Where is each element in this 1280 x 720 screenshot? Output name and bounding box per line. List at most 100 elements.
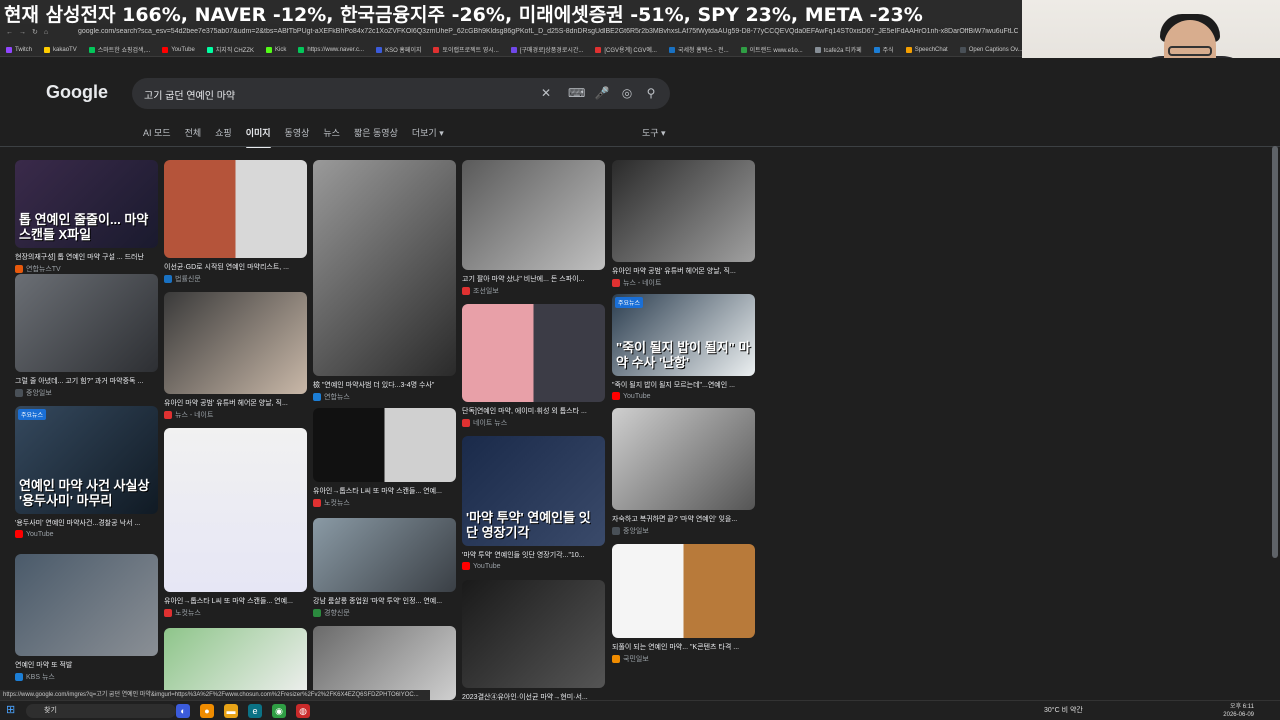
obs-icon[interactable]: ◍ — [296, 704, 310, 718]
result-source[interactable]: YouTube — [462, 562, 605, 570]
result-thumbnail[interactable] — [164, 160, 307, 258]
result-thumbnail[interactable] — [313, 160, 456, 376]
bookmark-item[interactable]: 치지직 CHZZK — [206, 45, 254, 54]
tab-item[interactable]: AI 모드 — [143, 126, 171, 148]
search-input[interactable]: 고기 굽던 연예인 마약 — [144, 87, 235, 102]
result-source[interactable]: YouTube — [612, 392, 755, 400]
result-thumbnail[interactable]: 주요뉴스 "죽이 될지 밥이 될지" 마약 수사 '난항' — [612, 294, 755, 376]
result-caption[interactable]: 유아인→톱스타 L씨 또 마약 스캔들... 연예... — [164, 596, 307, 606]
bookmark-item[interactable]: [CGV용계] CGV예... — [595, 45, 657, 54]
bookmark-item[interactable]: 이트랜드 www.e1o... — [740, 45, 803, 54]
bookmark-item[interactable]: https://www.naver.c... — [298, 46, 364, 53]
bookmark-item[interactable]: Kick — [266, 46, 286, 53]
result-source[interactable]: 중앙일보 — [612, 526, 755, 536]
url-text[interactable]: google.com/search?sca_esv=54d2bee7e375ab… — [78, 28, 1018, 35]
start-icon[interactable]: ⊞ — [6, 705, 17, 716]
bookmark-item[interactable]: 국세청 홈택스 - 전... — [668, 45, 729, 54]
result-thumbnail[interactable]: 주요뉴스 연예인 마약 사건 사실상 '용두사미' 마무리 — [15, 406, 158, 514]
result-source[interactable]: 경향신문 — [313, 608, 456, 618]
address-bar[interactable]: ←→↻⌂ google.com/search?sca_esv=54d2bee7e… — [0, 24, 1022, 41]
tab-item[interactable]: 쇼핑 — [215, 126, 232, 148]
result-source[interactable]: 법률신문 — [164, 274, 307, 284]
result-source[interactable]: 네이트 뉴스 — [462, 418, 605, 428]
result-caption[interactable]: 유아인→톱스타 L씨 또 마약 스캔들... 연예... — [313, 486, 456, 496]
result-thumbnail[interactable] — [15, 274, 158, 372]
result-caption[interactable]: 그럴 줄 아녔데... 고기 힘?" 과거 마약중독 ... — [15, 376, 158, 386]
app-icon[interactable]: ● — [200, 704, 214, 718]
result-thumbnail[interactable]: '마약 투약' 연예인들 잇단 영장기각 — [462, 436, 605, 546]
search-icon[interactable]: ⚲ — [643, 85, 659, 101]
result-thumbnail[interactable] — [462, 160, 605, 270]
nav-buttons[interactable]: ←→↻⌂ — [6, 28, 54, 36]
clear-icon[interactable]: ✕ — [538, 85, 554, 101]
result-thumbnail[interactable] — [462, 304, 605, 402]
bookmark-item[interactable]: YouTube — [162, 46, 195, 53]
result-source[interactable]: 국민일보 — [612, 654, 755, 664]
tools-button[interactable]: 도구 ▾ — [642, 126, 666, 139]
google-logo[interactable]: Google — [46, 82, 108, 103]
result-thumbnail[interactable] — [313, 626, 456, 700]
result-caption[interactable]: 유아인 마약 공범' 유튜버 헤어몬 양날, 직... — [612, 266, 755, 276]
copilot-icon[interactable]: ◐ — [176, 704, 190, 718]
result-source[interactable]: 노컷뉴스 — [313, 498, 456, 508]
result-caption[interactable]: "죽이 될지 밥이 될지 모르는데"...연예인 ... — [612, 380, 755, 390]
weather-text[interactable]: 30°C 비 약간 — [1044, 705, 1083, 715]
result-caption[interactable]: 檢 "연예인 마약사범 더 있다...3-4명 수사" — [313, 380, 456, 390]
result-source[interactable]: 연합뉴스TV — [15, 264, 158, 274]
bookmark-item[interactable]: SpeechChat — [905, 46, 948, 53]
search-box[interactable]: 고기 굽던 연예인 마약 ✕ ⌨ 🎤 ◎ ⚲ — [132, 78, 670, 109]
bookmark-item[interactable]: tcafe2a 티카페 — [814, 45, 862, 54]
bookmark-item[interactable]: Open Captions Ov... — [959, 46, 1022, 53]
result-source[interactable]: 노컷뉴스 — [164, 608, 307, 618]
result-thumbnail[interactable]: 톱 연예인 줄줄이... 마약 스캔들 X파일 — [15, 160, 158, 248]
result-caption[interactable]: 자숙하고 복귀하면 끝? '마약 연예인' 잊을... — [612, 514, 755, 524]
lens-icon[interactable]: ◎ — [619, 85, 635, 101]
result-thumbnail[interactable] — [612, 160, 755, 262]
result-thumbnail[interactable] — [15, 554, 158, 656]
bookmark-item[interactable]: 토이랩프로젝트 영시... — [433, 45, 499, 54]
bookmark-item[interactable]: KSO 홈페이지 — [376, 45, 421, 54]
result-thumbnail[interactable] — [612, 544, 755, 638]
result-thumbnail[interactable] — [313, 518, 456, 592]
result-thumbnail[interactable] — [164, 428, 307, 592]
result-caption[interactable]: '마약 투약' 연예인들 잇단 영장기각..."10... — [462, 550, 605, 560]
clock[interactable]: 오후 6:11 2026-06-09 — [1214, 703, 1254, 719]
tab-item[interactable]: 동영상 — [285, 126, 310, 148]
taskbar-search[interactable]: 찾기 — [26, 704, 176, 718]
chrome-icon[interactable]: ◉ — [272, 704, 286, 718]
result-source[interactable]: 조선일보 — [462, 286, 605, 296]
bookmark-item[interactable]: [구매경로]상품경로시간... — [510, 45, 583, 54]
tab-item[interactable]: 짧은 동영상 — [354, 126, 398, 148]
result-caption[interactable]: 강남 룸살롱 종업원 '마약 투약' 인정... 연예... — [313, 596, 456, 606]
tab-item[interactable]: 더보기 ▾ — [412, 126, 444, 148]
folder-icon[interactable]: ▬ — [224, 704, 238, 718]
tab-item[interactable]: 이미지 — [245, 126, 271, 148]
bookmark-item[interactable]: 주식 — [873, 45, 894, 54]
bookmark-item[interactable]: kakaoTV — [44, 46, 77, 53]
result-thumbnail[interactable] — [313, 408, 456, 482]
microphone-icon[interactable]: 🎤 — [594, 85, 610, 101]
bookmark-item[interactable]: Twitch — [6, 46, 32, 53]
result-source[interactable]: 뉴스 - 네이트 — [612, 278, 755, 288]
result-caption[interactable]: 단독]연예인 마약, 에이미·휘성 외 톱스타 ... — [462, 406, 605, 416]
tab-item[interactable]: 전체 — [185, 126, 202, 148]
result-thumbnail[interactable] — [612, 408, 755, 510]
tab-item[interactable]: 뉴스 — [323, 126, 340, 148]
result-thumbnail[interactable] — [164, 292, 307, 394]
result-caption[interactable]: 되풀이 되는 연예인 마약... "K콘텐츠 타격 ... — [612, 642, 755, 652]
result-caption[interactable]: '용두사미' 연예인 마약사건...경찰공 낙서 ... — [15, 518, 158, 528]
result-source[interactable]: KBS 뉴스 — [15, 672, 158, 682]
result-caption[interactable]: 이선균·GD로 시작된 연예인 마약리스트, ... — [164, 262, 307, 272]
result-caption[interactable]: 연예인 마약 또 적발 — [15, 660, 158, 670]
result-caption[interactable]: 유아인 마약 공범' 유튜버 헤어몬 양날, 직... — [164, 398, 307, 408]
result-caption[interactable]: 현장의재구성] 톱 연예인 마약 구설 ... 드러난 — [15, 252, 158, 262]
result-source[interactable]: 연합뉴스 — [313, 392, 456, 402]
edge-icon[interactable]: e — [248, 704, 262, 718]
scrollbar[interactable] — [1272, 146, 1278, 558]
result-source[interactable]: 중앙일보 — [15, 388, 158, 398]
bookmark-item[interactable]: 스마트한 쇼핑검색,... — [88, 45, 150, 54]
result-source[interactable]: 뉴스 - 네이트 — [164, 410, 307, 420]
result-thumbnail[interactable] — [462, 580, 605, 688]
result-caption[interactable]: 고기 팔아 마약 샀냐" 비난에... 돈 스파이... — [462, 274, 605, 284]
result-source[interactable]: YouTube — [15, 530, 158, 538]
